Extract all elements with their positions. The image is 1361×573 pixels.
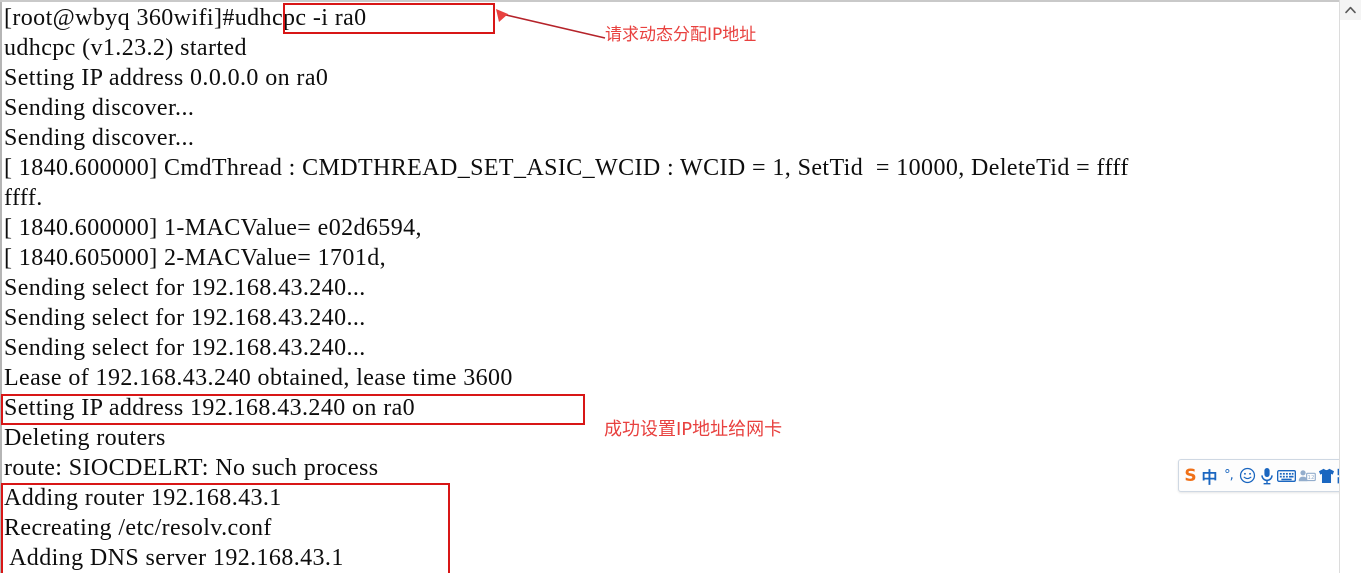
annotation-request-dhcp: 请求动态分配IP地址 bbox=[605, 25, 757, 45]
chevron-up-icon bbox=[1345, 6, 1356, 14]
terminal-output: [root@wbyq 360wifi]#udhcpc -i ra0 udhcpc… bbox=[4, 3, 1334, 573]
terminal-line: Sending discover... bbox=[4, 95, 195, 121]
emoji-icon[interactable] bbox=[1238, 463, 1257, 489]
window-top-border bbox=[0, 0, 1361, 2]
vertical-scrollbar[interactable] bbox=[1339, 0, 1361, 573]
user-card-icon[interactable]: 12 bbox=[1297, 463, 1317, 489]
punctuation-toggle[interactable]: °, bbox=[1219, 463, 1238, 489]
terminal-line: Setting IP address 0.0.0.0 on ra0 bbox=[4, 65, 329, 91]
sogou-logo-icon[interactable]: S bbox=[1181, 463, 1200, 489]
terminal-line: Adding router 192.168.43.1 bbox=[4, 485, 282, 511]
chinese-english-toggle[interactable]: 中 bbox=[1200, 463, 1219, 489]
terminal-window: [root@wbyq 360wifi]#udhcpc -i ra0 udhcpc… bbox=[0, 0, 1361, 573]
svg-text:12: 12 bbox=[1308, 475, 1315, 481]
terminal-line: [ 1840.605000] 2-MACValue= 1701d, bbox=[4, 245, 387, 271]
terminal-line: Sending select for 192.168.43.240... bbox=[4, 275, 366, 301]
terminal-line: Adding DNS server 192.168.43.1 bbox=[4, 545, 344, 571]
terminal-line: Sending discover... bbox=[4, 125, 195, 151]
scrollbar-track[interactable] bbox=[1340, 20, 1361, 573]
window-left-border bbox=[0, 2, 2, 573]
terminal-line: Sending select for 192.168.43.240... bbox=[4, 335, 366, 361]
scroll-up-button[interactable] bbox=[1340, 0, 1361, 20]
sogou-ime-toolbar[interactable]: S 中 °, 12 bbox=[1178, 459, 1358, 492]
terminal-line: Sending select for 192.168.43.240... bbox=[4, 305, 366, 331]
voice-input-icon[interactable] bbox=[1257, 463, 1276, 489]
annotation-ip-set-success: 成功设置IP地址给网卡 bbox=[604, 419, 783, 440]
skin-icon[interactable] bbox=[1317, 463, 1336, 489]
terminal-line: ffff. bbox=[4, 185, 43, 211]
terminal-line: Recreating /etc/resolv.conf bbox=[4, 515, 272, 541]
terminal-line: [ 1840.600000] CmdThread : CMDTHREAD_SET… bbox=[4, 155, 1129, 181]
soft-keyboard-icon[interactable] bbox=[1276, 463, 1297, 489]
terminal-line: [ 1840.600000] 1-MACValue= e02d6594, bbox=[4, 215, 422, 241]
terminal-line: Lease of 192.168.43.240 obtained, lease … bbox=[4, 365, 513, 391]
terminal-line: route: SIOCDELRT: No such process bbox=[4, 455, 379, 481]
